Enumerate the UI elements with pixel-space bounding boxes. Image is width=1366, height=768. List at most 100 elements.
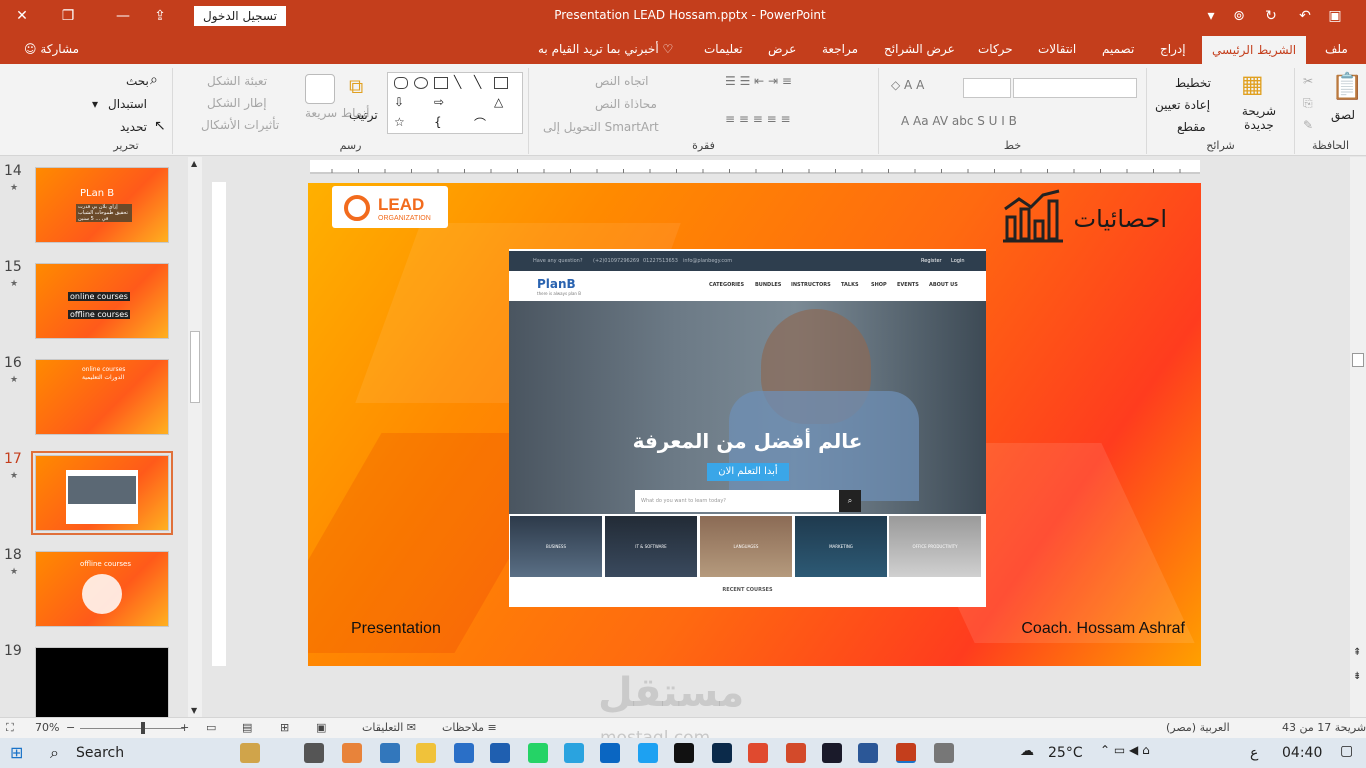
language-indicator[interactable]: العربية (مصر): [1166, 721, 1230, 734]
paste-button[interactable]: لصق: [1331, 108, 1355, 122]
replace-button[interactable]: استبدال: [108, 97, 147, 111]
smartart-button[interactable]: التحويل إلى SmartArt: [543, 120, 659, 134]
shapes-gallery[interactable]: ╲ ╲ ⇩ ⇨ △ ☆ { ⌒: [387, 72, 523, 134]
reading-view-icon[interactable]: ▤: [242, 721, 252, 734]
zoom-level[interactable]: 70%: [35, 721, 59, 734]
text-direction-button[interactable]: اتجاه النص: [595, 74, 649, 88]
star-shape-icon[interactable]: ☆: [394, 115, 405, 129]
file-explorer-icon[interactable]: [416, 743, 436, 763]
cut-icon[interactable]: ✂: [1303, 74, 1313, 88]
slideshow-view-icon[interactable]: ▭: [206, 721, 216, 734]
zoom-slider[interactable]: [80, 728, 184, 729]
shape-outline-button[interactable]: إطار الشكل: [207, 96, 267, 110]
tab-review[interactable]: مراجعة: [822, 32, 858, 64]
line2-shape-icon[interactable]: ╲: [474, 75, 481, 89]
shape-effects-button[interactable]: تأثيرات الأشكال: [201, 118, 279, 132]
zoom-out-icon[interactable]: −: [66, 721, 75, 734]
tiktok-icon[interactable]: [674, 743, 694, 763]
telegram-icon[interactable]: [564, 743, 584, 763]
comments-button[interactable]: التعليقات ✉: [362, 721, 416, 734]
redo-icon[interactable]: ↻: [1256, 0, 1286, 32]
task-view-icon[interactable]: [304, 743, 324, 763]
section-button[interactable]: مقطع: [1177, 120, 1206, 134]
tab-home[interactable]: الشريط الرئيسي: [1202, 36, 1307, 64]
tell-me-box[interactable]: أخبرني بما تريد القيام به ♡: [538, 32, 673, 64]
canvas-scrollbar[interactable]: ⇞ ⇟: [1350, 157, 1366, 717]
customize-qat-icon[interactable]: ▾: [1196, 0, 1226, 32]
list-icons[interactable]: ☰ ☰ ⇤ ⇥ ≡: [725, 74, 792, 88]
office-icon[interactable]: [342, 743, 362, 763]
find-button[interactable]: بحث: [126, 74, 149, 88]
twitter-icon[interactable]: [638, 743, 658, 763]
brace-shape-icon[interactable]: {: [434, 115, 442, 129]
rectangle-shape-icon[interactable]: [434, 77, 448, 89]
zoom-in-icon[interactable]: +: [180, 721, 189, 734]
windows-start-icon[interactable]: ⊞: [10, 743, 23, 762]
scroll-down-icon[interactable]: ▼: [191, 706, 197, 715]
curve-shape-icon[interactable]: ⌒: [474, 115, 486, 132]
slide-thumbnail-17[interactable]: [31, 451, 173, 535]
linkedin-icon[interactable]: [600, 743, 620, 763]
tab-view[interactable]: عرض: [768, 32, 796, 64]
app-icon[interactable]: [786, 743, 806, 763]
settings-icon[interactable]: [934, 743, 954, 763]
align-text-button[interactable]: محاذاة النص: [595, 97, 657, 111]
font-format-icons[interactable]: A Aa AV abc S U I B: [901, 114, 1017, 128]
weather-widget-icon[interactable]: [240, 743, 260, 763]
statistics-title[interactable]: احصائيات: [1074, 205, 1167, 233]
powerpoint-icon[interactable]: [896, 743, 916, 763]
input-language[interactable]: ع: [1250, 745, 1258, 761]
footer-right-text[interactable]: Coach. Hossam Ashraf: [1021, 620, 1185, 638]
website-screenshot[interactable]: Have any question? (+2)01097296269 01227…: [509, 249, 986, 607]
normal-view-icon[interactable]: ▣: [316, 721, 326, 734]
sign-in-button[interactable]: تسجيل الدخول: [194, 6, 286, 26]
quick-styles-icon[interactable]: [305, 74, 335, 104]
clock[interactable]: 04:40: [1282, 745, 1322, 761]
triangle-shape-icon[interactable]: △: [494, 95, 503, 109]
slide-thumbnail-16[interactable]: online courses الدورات التعليمية: [35, 359, 169, 435]
copy-icon[interactable]: ⎘: [1303, 96, 1313, 111]
tab-insert[interactable]: إدراج: [1160, 32, 1186, 64]
word-icon[interactable]: [858, 743, 878, 763]
chevron-up-icon[interactable]: ⇞: [1353, 647, 1361, 658]
line-shape-icon[interactable]: ╲: [454, 75, 461, 89]
chrome-icon[interactable]: [748, 743, 768, 763]
taskbar-search[interactable]: Search: [76, 745, 124, 761]
sorter-view-icon[interactable]: ⊞: [280, 721, 289, 734]
close-icon[interactable]: ✕: [2, 0, 42, 32]
format-painter-icon[interactable]: ✎: [1303, 118, 1313, 132]
thumbnail-scrollbar[interactable]: ▲ ▼: [188, 157, 202, 717]
scroll-thumb[interactable]: [1352, 353, 1364, 367]
select-button[interactable]: تحديد: [120, 120, 147, 134]
slide-thumbnail-18[interactable]: offline courses: [35, 551, 169, 627]
font-size-box[interactable]: [963, 78, 1011, 98]
new-slide-button[interactable]: شريحة جديدة: [1235, 104, 1283, 132]
photoshop-icon[interactable]: [712, 743, 732, 763]
tab-slideshow[interactable]: عرض الشرائح: [884, 32, 955, 64]
arrange-button[interactable]: ترتيب: [349, 108, 378, 122]
save-icon[interactable]: ▣: [1320, 0, 1350, 32]
shape-fill-button[interactable]: تعبئة الشكل: [207, 74, 267, 88]
minimize-icon[interactable]: —: [108, 0, 138, 32]
notes-button[interactable]: ملاحظات ≡: [442, 721, 497, 734]
scroll-thumb[interactable]: [190, 331, 200, 403]
edge-icon[interactable]: [380, 743, 400, 763]
scroll-up-icon[interactable]: ▲: [191, 159, 197, 168]
outlook-icon[interactable]: [490, 743, 510, 763]
slide-17[interactable]: LEAD ORGANIZATION احصائيات Have any ques…: [308, 183, 1201, 666]
share-button[interactable]: ☺ مشاركة: [24, 32, 79, 64]
tab-design[interactable]: تصميم: [1102, 32, 1134, 64]
app-icon[interactable]: [822, 743, 842, 763]
rounded-rect-shape-icon[interactable]: [394, 77, 408, 89]
font-name-box[interactable]: [1013, 78, 1137, 98]
search-icon[interactable]: ⌕: [50, 743, 59, 763]
arrow-right-shape-icon[interactable]: ⇨: [434, 95, 444, 109]
reset-button[interactable]: إعادة تعيين: [1155, 98, 1210, 112]
paste-icon[interactable]: 📋: [1331, 72, 1363, 102]
font-size-icons[interactable]: ◇ A A: [891, 78, 924, 92]
tab-animations[interactable]: حركات: [978, 32, 1013, 64]
undo-icon[interactable]: ↶: [1290, 0, 1320, 32]
presenter-icon[interactable]: ⊚: [1224, 0, 1254, 32]
tab-file[interactable]: ملف: [1325, 32, 1348, 64]
oval-shape-icon[interactable]: [414, 77, 428, 89]
